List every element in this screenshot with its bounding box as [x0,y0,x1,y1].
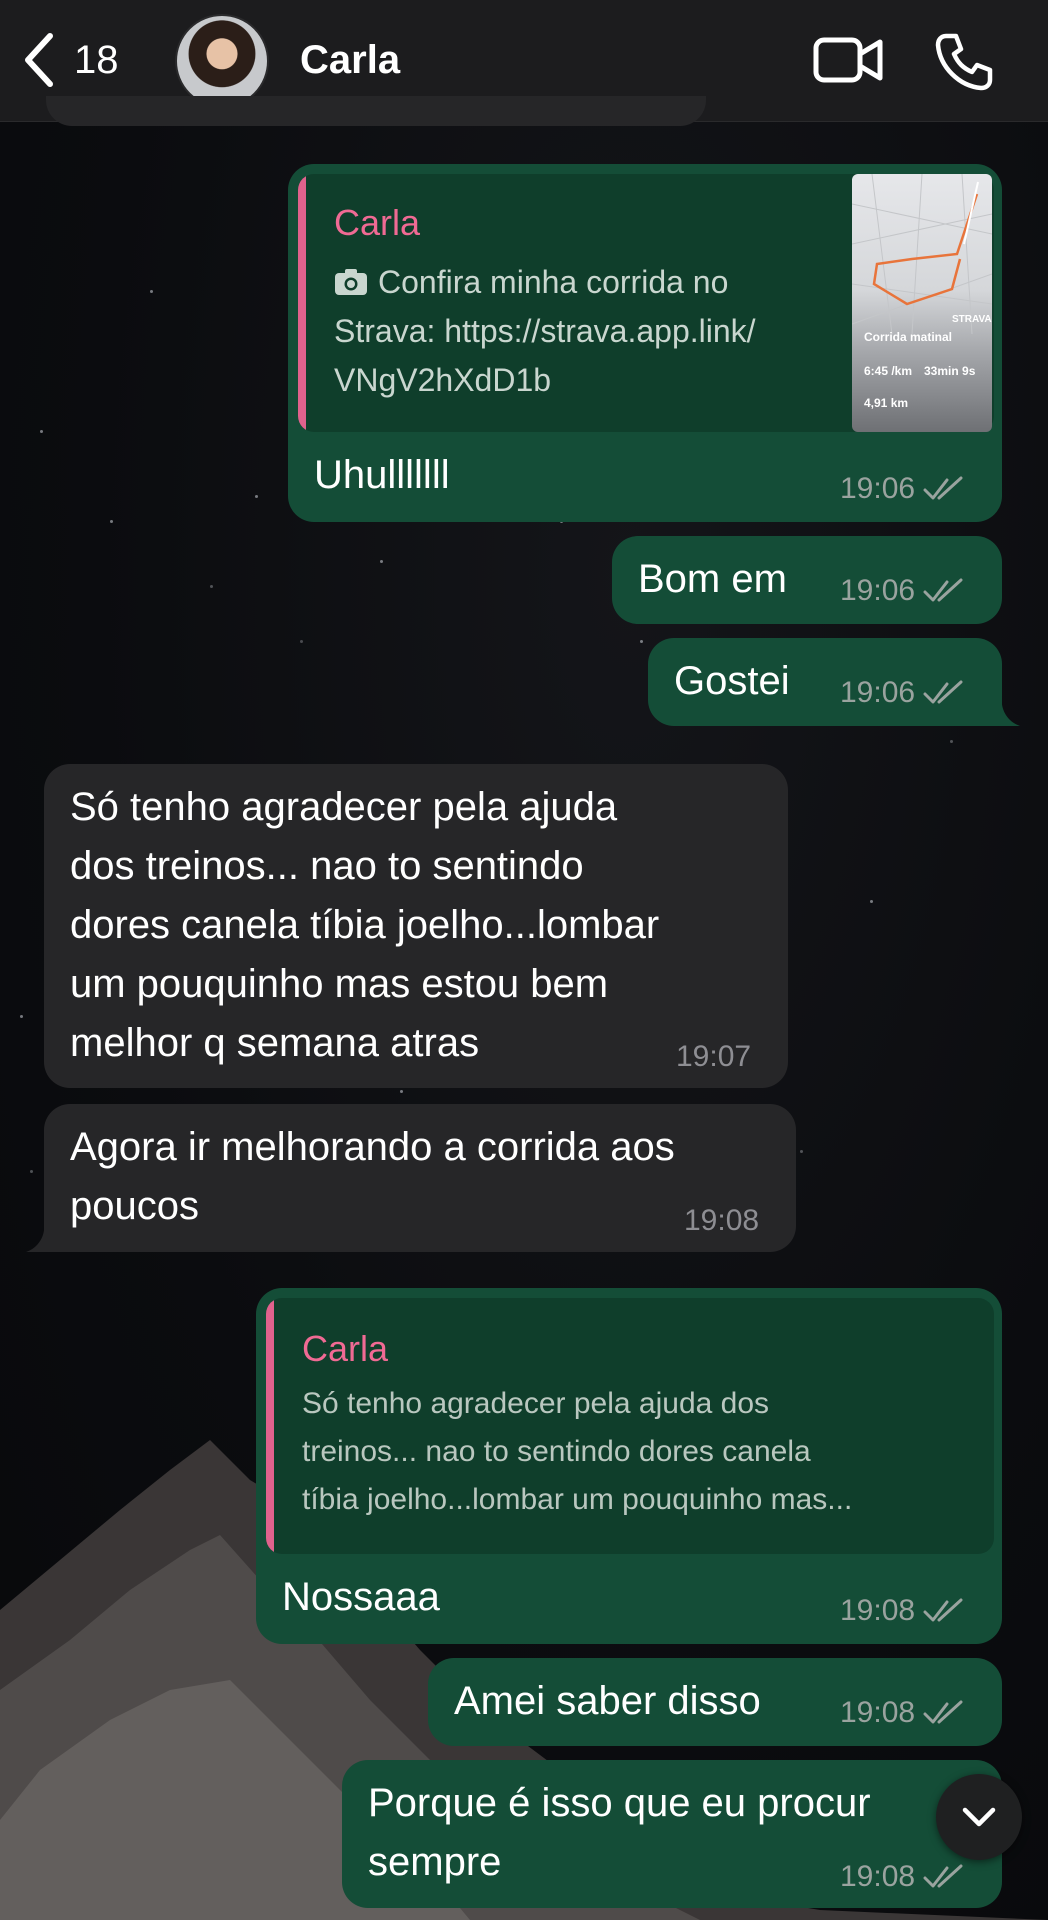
message-time: 19:08 [684,1204,760,1237]
phone-icon [935,33,993,91]
message-time: 19:07 [676,1040,752,1073]
message-time: 19:06 [840,472,965,506]
message-text: Bom em [638,557,787,601]
video-camera-icon [813,37,883,83]
double-check-icon [923,476,963,500]
message-text: Nossaaa [282,1575,440,1619]
time-label: 19:06 [840,676,916,709]
message-text: Gostei [674,659,790,703]
quote-accent-bar [266,1298,274,1554]
message-text-line: um pouquinho mas estou bem [70,962,609,1006]
camera-icon [335,269,367,295]
message-text-line: poucos [70,1184,199,1228]
video-call-button[interactable] [812,30,886,95]
bubble-tail [990,696,1020,726]
time-label: 19:06 [840,472,916,505]
double-check-icon [923,680,963,704]
strava-thumbnail[interactable]: Corrida matinal STRAVA 6:45 /km 33min 9s… [852,174,992,432]
unread-count: 18 [74,37,119,82]
message-text-line: melhor q semana atras [70,1021,480,1065]
quote-text-line: treinos... nao to sentindo dores canela [302,1435,811,1468]
bubble-tail [26,1222,56,1252]
message-time: 19:06 [840,574,965,608]
thumb-distance: 4,91 km [864,396,909,410]
message-time: 19:08 [840,1860,965,1894]
message-time: 19:08 [840,1594,965,1628]
back-button[interactable]: 18 [22,32,119,88]
message-text-line: Agora ir melhorando a corrida aos [70,1125,675,1169]
message-text-line: dos treinos... nao to sentindo [70,844,584,888]
message-text-line: Porque é isso que eu procur [368,1781,871,1825]
message-text-line: Só tenho agradecer pela ajuda [70,785,618,829]
time-label: 19:08 [840,1594,916,1627]
double-check-icon [923,578,963,602]
time-label: 19:08 [840,1696,916,1729]
chevron-down-icon [962,1807,996,1827]
previous-message-bubble [46,96,706,126]
contact-name[interactable]: Carla [300,38,400,83]
quote-text-line: VNgV2hXdD1b [334,362,552,398]
message-time: 19:06 [840,676,965,710]
message-text: Amei saber disso [454,1679,761,1723]
quote-author: Carla [302,1328,389,1369]
message-text: Uhulllllll [314,453,450,497]
quote-text-line: Strava: https://strava.app.link/ [334,313,756,349]
reply-quote[interactable]: Carla Só tenho agradecer pela ajuda dos … [266,1298,994,1554]
quote-text-line: Só tenho agradecer pela ajuda dos [302,1387,770,1420]
double-check-icon [923,1598,963,1622]
quote-author: Carla [334,202,421,243]
double-check-icon [923,1864,963,1888]
double-check-icon [923,1700,963,1724]
quote-accent-bar [298,174,306,432]
thumb-brand: STRAVA [952,314,992,325]
chevron-left-icon [25,33,53,87]
thumb-time: 33min 9s [924,364,976,378]
route-map-image [852,174,992,335]
quote-text-line: tíbia joelho...lombar um pouquinho mas..… [302,1483,853,1516]
time-label: 19:06 [840,574,916,607]
message-text-line: dores canela tíbia joelho...lombar [70,903,660,947]
quote-text-line: Confira minha corrida no [378,264,729,300]
thumb-pace: 6:45 /km [864,364,913,378]
message-text-line: sempre [368,1840,502,1884]
voice-call-button[interactable] [932,30,996,99]
time-label: 19:08 [840,1860,916,1893]
message-time: 19:08 [840,1696,965,1730]
thumb-title: Corrida matinal [864,330,953,344]
scroll-to-bottom-button[interactable] [936,1774,1022,1860]
avatar[interactable] [175,14,269,108]
